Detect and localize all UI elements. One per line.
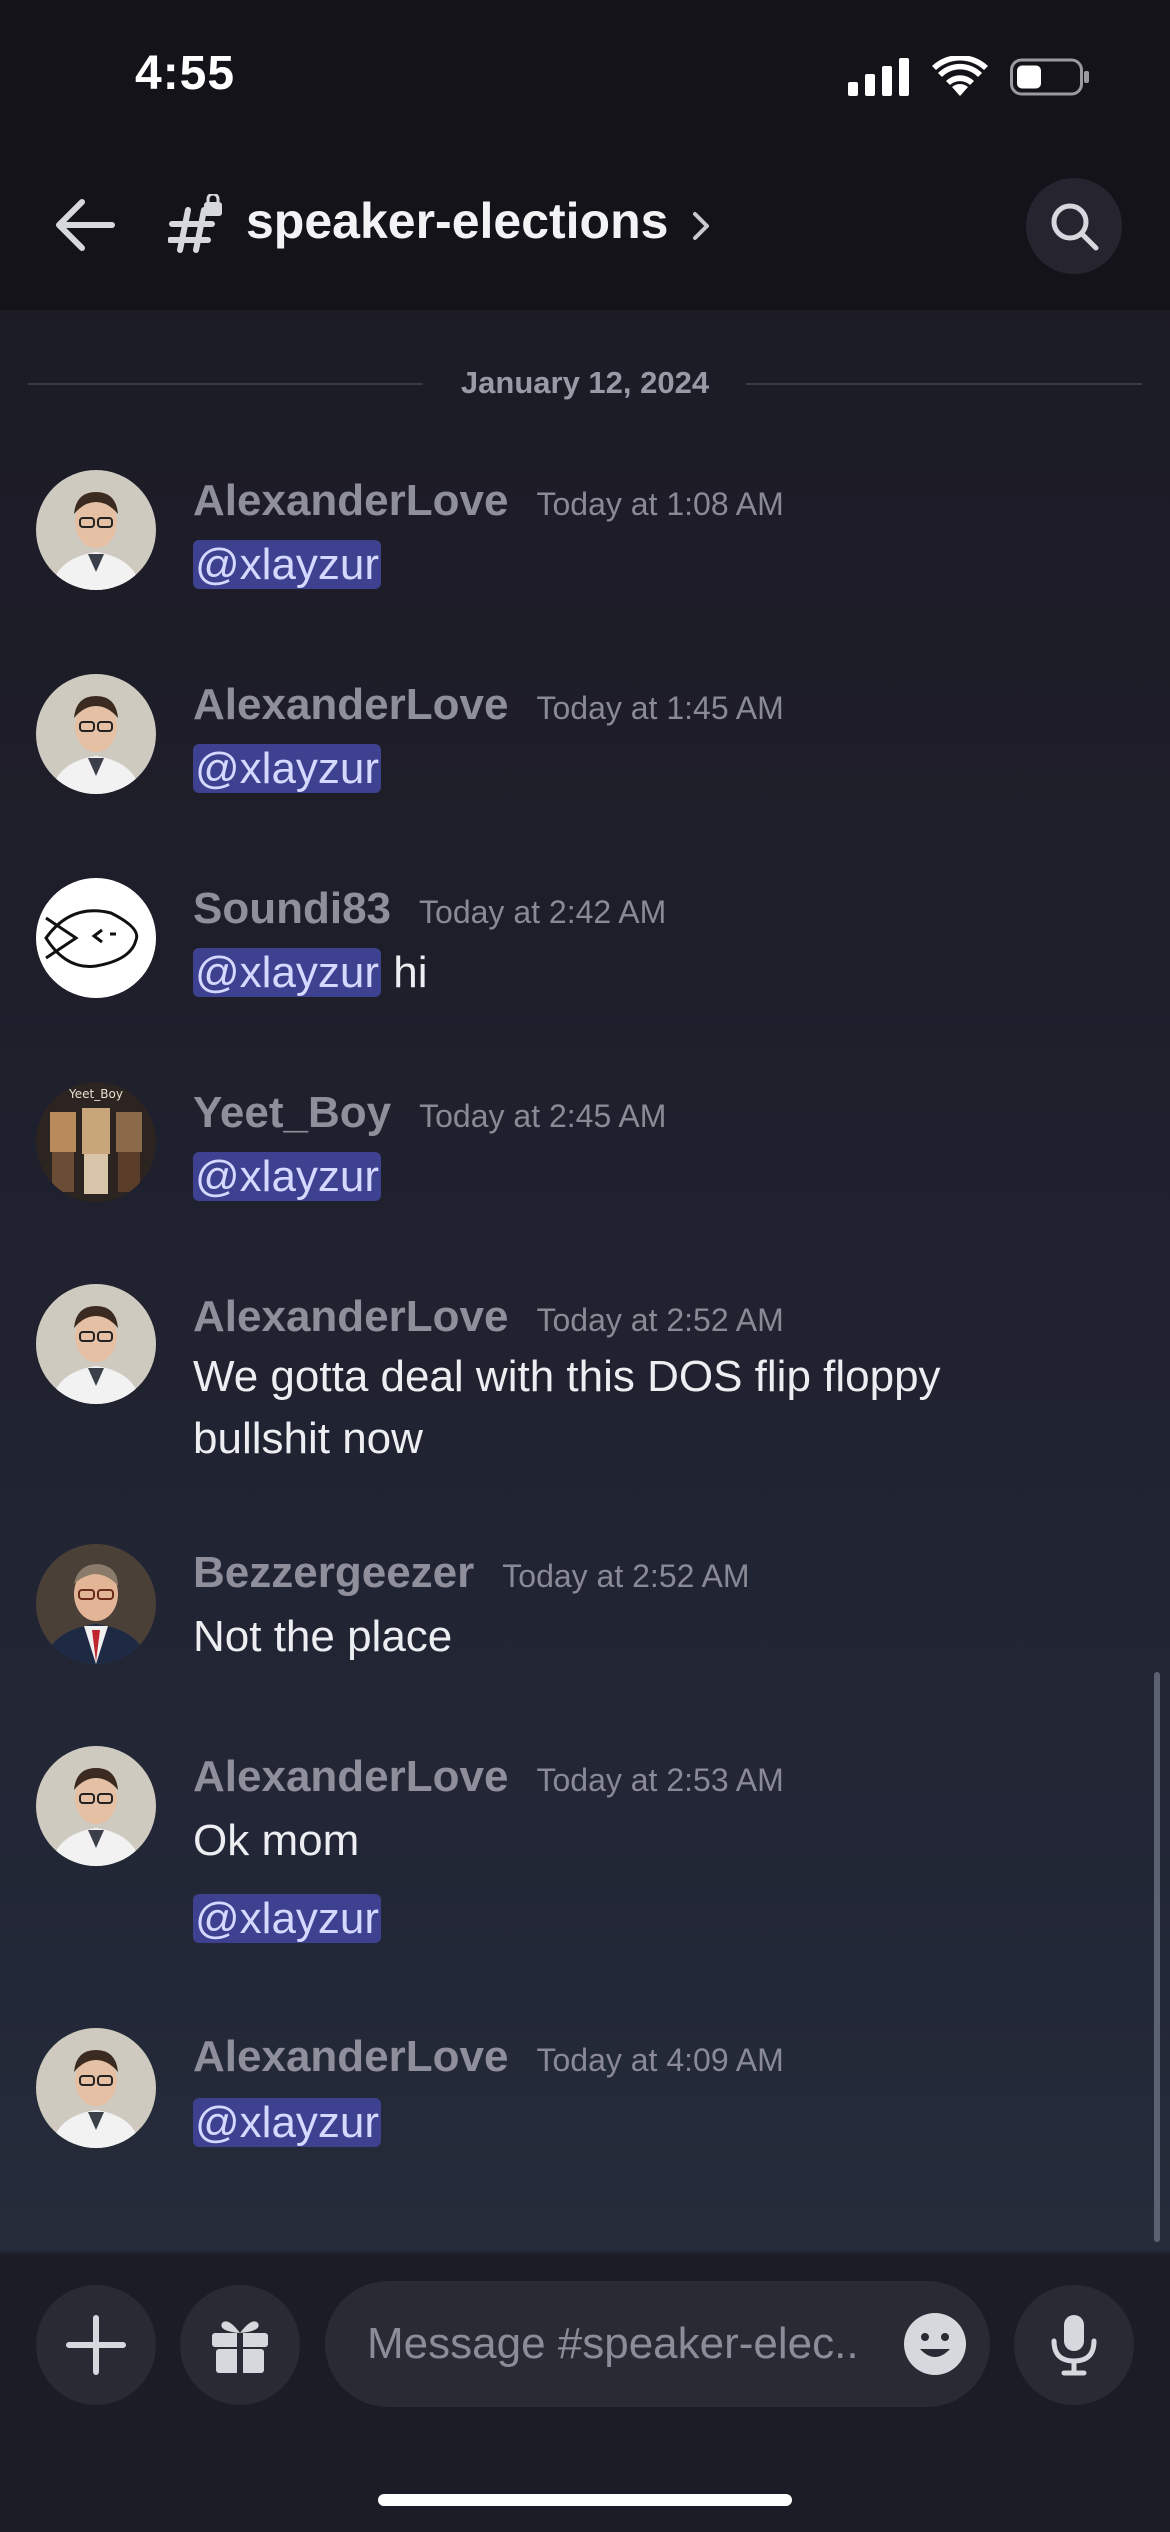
- voice-message-button[interactable]: [1014, 2285, 1134, 2405]
- message-meta: Bezzergeezer Today at 2:52 AM: [193, 1548, 750, 1598]
- user-mention[interactable]: @xlayzur: [193, 2098, 382, 2147]
- username[interactable]: AlexanderLove: [193, 2032, 508, 2082]
- gift-icon: [212, 2321, 268, 2373]
- username[interactable]: Yeet_Boy: [193, 1088, 391, 1138]
- plus-icon: [66, 2315, 126, 2375]
- avatar[interactable]: [36, 1746, 156, 1866]
- avatar-caption: Yeet_Boy: [68, 1087, 123, 1101]
- message-meta: AlexanderLove Today at 2:52 AM: [193, 1292, 784, 1342]
- search-icon: [1051, 203, 1099, 251]
- username[interactable]: Soundi83: [193, 884, 391, 934]
- avatar[interactable]: [36, 1284, 156, 1404]
- gift-button[interactable]: [180, 2285, 300, 2405]
- avatar[interactable]: [36, 878, 156, 998]
- user-mention[interactable]: @xlayzur: [193, 1152, 382, 1201]
- message-input-placeholder: Message #speaker-elec..: [367, 2319, 859, 2368]
- message-input[interactable]: Message #speaker-elec..: [325, 2281, 990, 2407]
- message-content: @xlayzur hi: [193, 948, 428, 998]
- user-mention[interactable]: @xlayzur: [193, 540, 382, 589]
- timestamp: Today at 2:53 AM: [536, 1762, 784, 1798]
- emoji-icon[interactable]: [902, 2311, 968, 2377]
- message-meta: AlexanderLove Today at 2:53 AM: [193, 1752, 784, 1802]
- wifi-icon: [932, 56, 988, 96]
- message-text: hi: [393, 948, 428, 997]
- search-button[interactable]: [1026, 178, 1122, 274]
- message-content: @xlayzur: [193, 1152, 382, 1202]
- status-icons: [848, 56, 1090, 98]
- username[interactable]: AlexanderLove: [193, 1292, 508, 1342]
- timestamp: Today at 2:45 AM: [419, 1098, 667, 1134]
- message-composer: Message #speaker-elec..: [0, 2255, 1170, 2532]
- message-text: Not the place: [193, 1612, 453, 1661]
- timestamp: Today at 4:09 AM: [536, 2042, 784, 2078]
- status-time: 4:55: [135, 47, 236, 100]
- channel-title[interactable]: speaker-elections: [246, 192, 668, 250]
- user-mention[interactable]: @xlayzur: [193, 1894, 382, 1943]
- status-bar: 4:55: [0, 0, 1170, 150]
- message-meta: Yeet_Boy Today at 2:45 AM: [193, 1088, 666, 1138]
- channel-header: speaker-elections: [0, 150, 1170, 310]
- user-mention[interactable]: @xlayzur: [193, 948, 382, 997]
- message-content: @xlayzur: [193, 2098, 382, 2148]
- message-content: @xlayzur: [193, 1894, 382, 1944]
- chevron-right-icon[interactable]: [690, 208, 712, 244]
- timestamp: Today at 2:52 AM: [502, 1558, 750, 1594]
- message-meta: AlexanderLove Today at 4:09 AM: [193, 2032, 784, 2082]
- message-content: @xlayzur: [193, 744, 382, 794]
- message-text: Ok mom: [193, 1816, 360, 1865]
- username[interactable]: AlexanderLove: [193, 1752, 508, 1802]
- message-meta: AlexanderLove Today at 1:45 AM: [193, 680, 784, 730]
- timestamp: Today at 1:08 AM: [536, 486, 784, 522]
- message-content: @xlayzur: [193, 540, 382, 590]
- user-mention[interactable]: @xlayzur: [193, 744, 382, 793]
- timestamp: Today at 1:45 AM: [536, 690, 784, 726]
- date-divider-label: January 12, 2024: [460, 365, 710, 400]
- username[interactable]: AlexanderLove: [193, 680, 508, 730]
- scrollbar[interactable]: [1154, 1672, 1160, 2242]
- hash-lock-icon: [168, 194, 222, 253]
- back-arrow-icon: [56, 199, 115, 251]
- timestamp: Today at 2:52 AM: [536, 1302, 784, 1338]
- cellular-signal-icon: [848, 58, 909, 96]
- message-meta: AlexanderLove Today at 1:08 AM: [193, 476, 784, 526]
- date-divider: January 12, 2024: [28, 365, 1142, 400]
- battery-icon: [1010, 58, 1089, 96]
- home-indicator[interactable]: [378, 2494, 792, 2506]
- username[interactable]: AlexanderLove: [193, 476, 508, 526]
- add-attachment-button[interactable]: [36, 2285, 156, 2405]
- message-text: We gotta deal with this DOS flip floppy: [193, 1352, 941, 1401]
- microphone-icon: [1051, 2315, 1097, 2376]
- avatar[interactable]: [36, 470, 156, 590]
- avatar[interactable]: Yeet_Boy: [36, 1082, 156, 1202]
- timestamp: Today at 2:42 AM: [419, 894, 667, 930]
- back-button[interactable]: [50, 190, 120, 260]
- username[interactable]: Bezzergeezer: [193, 1548, 474, 1598]
- avatar[interactable]: [36, 1544, 156, 1664]
- avatar[interactable]: [36, 674, 156, 794]
- avatar[interactable]: [36, 2028, 156, 2148]
- message-meta: Soundi83 Today at 2:42 AM: [193, 884, 666, 934]
- message-text: bullshit now: [193, 1414, 423, 1463]
